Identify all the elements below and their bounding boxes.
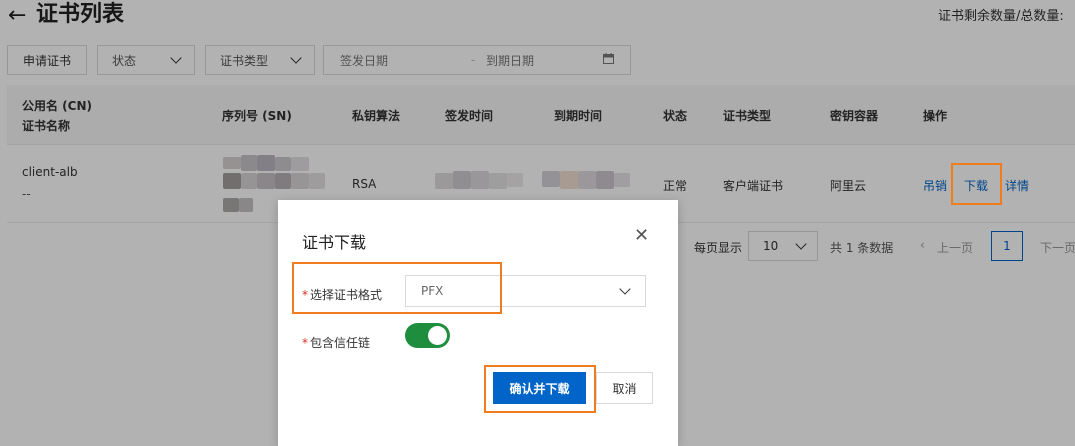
chevron-down-icon (619, 283, 631, 295)
toggle-knob (428, 326, 447, 345)
dialog-title: 证书下载 (302, 233, 367, 252)
download-certificate-dialog: 证书下载 ✕ * 选择证书格式 PFX * 包含信任链 确认并下载 取消 (278, 200, 678, 446)
cancel-button[interactable]: 取消 (596, 372, 653, 404)
confirm-button-highlight (484, 365, 596, 413)
format-field-highlight (292, 262, 502, 314)
trust-chain-toggle[interactable] (405, 323, 450, 348)
required-mark: * (302, 336, 308, 350)
download-link-highlight (951, 163, 1002, 205)
close-icon[interactable]: ✕ (634, 227, 649, 245)
trust-chain-label-text: 包含信任链 (310, 336, 371, 350)
trust-chain-field-label: * 包含信任链 (302, 334, 370, 351)
